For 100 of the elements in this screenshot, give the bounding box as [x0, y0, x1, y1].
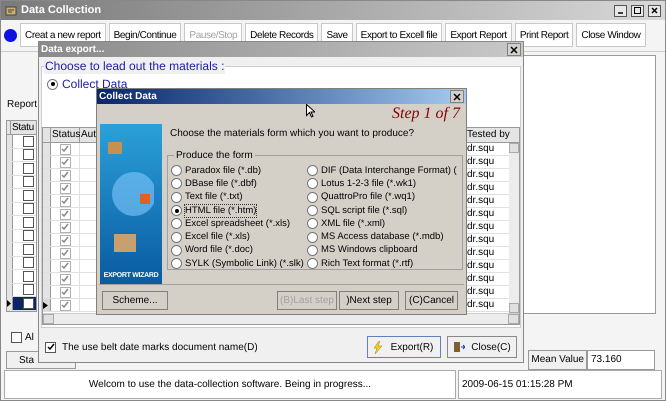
checkbox[interactable]	[23, 149, 34, 160]
option-label: Lotus 1-2-3 file (*.wk1)	[321, 178, 416, 190]
checkbox[interactable]	[60, 286, 70, 298]
checkbox[interactable]	[11, 332, 22, 343]
radio-button[interactable]	[307, 165, 318, 176]
checkbox[interactable]	[60, 196, 70, 206]
option-label: MS Windows clipboard	[321, 244, 418, 256]
column-header: Aut	[80, 128, 98, 142]
window-title: Data Collection	[21, 3, 102, 18]
option-label: Excel file (*.xls)	[185, 231, 250, 244]
toolbar-button[interactable]: Close Window	[576, 23, 646, 47]
question-text: Choose the materials form which you want to produce?	[170, 127, 416, 141]
checkbox[interactable]	[60, 260, 70, 272]
close-button[interactable]	[648, 4, 661, 16]
checkbox[interactable]	[60, 182, 70, 194]
checkbox-label: Al	[25, 331, 34, 345]
checkbox[interactable]	[23, 162, 34, 174]
option-label: SYLK (Symbolic Link) (*.slk)	[185, 258, 304, 270]
close-button[interactable]	[450, 90, 464, 103]
option-label: QuattroPro file (*.wq1)	[321, 191, 415, 204]
option-label: DBase file (*.dbf)	[185, 178, 257, 190]
checkbox[interactable]	[60, 170, 70, 180]
option-label: HTML file (*.htm)	[185, 204, 256, 217]
radio-button[interactable]	[171, 165, 182, 176]
grid-row[interactable]	[13, 297, 36, 310]
option-label: Collect Data	[62, 76, 128, 92]
checkbox-label: The use belt date marks document name(D)	[62, 340, 258, 354]
radio-button[interactable]	[171, 232, 182, 243]
dialog-title: Collect Data	[99, 90, 157, 104]
option-label: Text file (*.txt)	[185, 191, 243, 204]
close-button[interactable]	[507, 43, 521, 56]
radio-button[interactable]	[307, 205, 318, 216]
step-indicator: Step 1 of 7	[392, 104, 460, 124]
option-label: Paradox file (*.db)	[185, 164, 262, 177]
minimize-button[interactable]	[614, 4, 627, 16]
radio-button[interactable]	[171, 218, 182, 230]
checkbox[interactable]	[60, 144, 70, 154]
close-icon	[651, 7, 658, 14]
radio-button[interactable]	[171, 192, 182, 203]
radio-button[interactable]	[171, 244, 182, 256]
option-label: MS Access database (*.mdb)	[321, 231, 444, 244]
close-icon	[453, 92, 461, 100]
checkbox[interactable]	[23, 257, 34, 268]
checkbox[interactable]	[23, 244, 34, 255]
exit-door-icon	[453, 341, 465, 353]
option-label: DIF (Data Interchange Format) (	[321, 164, 457, 177]
maximize-button[interactable]	[631, 4, 644, 16]
radio-button[interactable]	[171, 178, 182, 190]
column-header: Statu	[11, 121, 34, 134]
checkbox[interactable]	[60, 248, 70, 258]
lightning-icon	[373, 340, 383, 354]
export-button[interactable]: Export(R)	[367, 336, 441, 358]
radio-button[interactable]	[47, 78, 58, 90]
close-dialog-button[interactable]: Close(C)	[447, 336, 517, 358]
wizard-button[interactable]: (C)Cancel	[405, 291, 458, 310]
checkbox[interactable]	[60, 234, 70, 246]
checkbox[interactable]	[23, 136, 34, 147]
radio-button[interactable]	[307, 232, 318, 243]
option-label: XML file (*.xml)	[321, 218, 386, 230]
checkbox[interactable]	[60, 300, 70, 310]
checkbox[interactable]	[23, 284, 34, 296]
checkbox[interactable]	[60, 222, 70, 232]
wizard-button[interactable]: Scheme...	[102, 291, 168, 310]
option-label: Excel spreadsheet (*.xls)	[185, 218, 290, 230]
row-pointer-icon	[7, 300, 11, 307]
checkbox[interactable]	[60, 274, 70, 284]
checkbox[interactable]	[23, 190, 34, 201]
option-label: Word file (*.doc)	[185, 244, 253, 256]
column-header: Status	[51, 128, 80, 142]
status-message: Welcom to use the data-collection software. Being in progress...	[4, 370, 456, 399]
toolbar-button[interactable]: Print Report	[514, 23, 574, 47]
mean-value-label: Mean Value	[528, 350, 587, 370]
vertical-scrollbar[interactable]	[509, 143, 519, 313]
radio-button[interactable]	[307, 258, 318, 270]
mouse-cursor-icon	[306, 104, 315, 118]
checkbox[interactable]	[23, 176, 34, 188]
close-icon	[510, 46, 518, 54]
option-label: Rich Text format (*.rtf)	[321, 258, 414, 270]
checkbox[interactable]	[45, 342, 56, 352]
checkbox[interactable]	[23, 203, 34, 214]
wizard-button[interactable]: )Next step	[339, 291, 399, 310]
checkbox[interactable]	[23, 216, 34, 228]
app-icon	[5, 4, 17, 16]
radio-button[interactable]	[307, 218, 318, 230]
checkbox[interactable]	[60, 208, 70, 220]
radio-button[interactable]	[171, 205, 182, 216]
radio-button[interactable]	[171, 258, 182, 270]
radio-button[interactable]	[307, 192, 318, 203]
group-label: Choose to lead out the materials :	[44, 59, 226, 74]
checkbox[interactable]	[23, 230, 34, 242]
report-label: Report	[7, 98, 38, 112]
radio-button[interactable]	[307, 178, 318, 190]
radio-button[interactable]	[307, 244, 318, 256]
checkbox[interactable]	[23, 270, 34, 282]
checkbox[interactable]	[60, 156, 70, 168]
checkbox[interactable]	[23, 298, 34, 309]
option-label: SQL script file (*.sql)	[321, 204, 408, 217]
mean-value-field[interactable]: 73.160	[587, 350, 655, 370]
status-time: 2009-06-15 01:15:28 PM	[458, 370, 662, 399]
status-indicator	[4, 28, 17, 42]
